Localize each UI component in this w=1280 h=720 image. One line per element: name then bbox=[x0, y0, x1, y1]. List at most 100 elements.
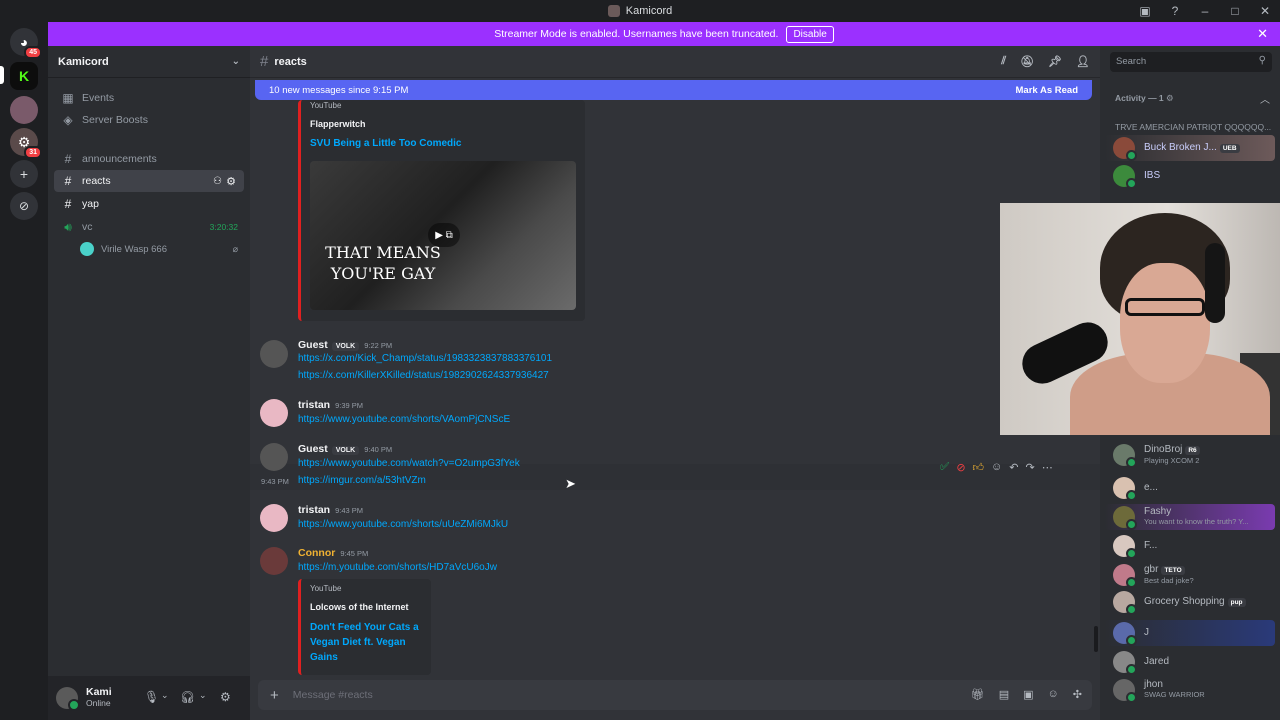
discover-button[interactable]: ⊘ bbox=[10, 192, 38, 220]
message-author[interactable]: Connor 9:45 PM bbox=[298, 547, 368, 559]
timestamp: 9:40 PM bbox=[364, 445, 393, 454]
video-thumbnail[interactable]: THAT MEANS YOU'RE GAY ▶ ⧉ bbox=[310, 161, 576, 310]
chevron-down-icon[interactable]: ⌄ bbox=[199, 690, 207, 701]
block-reaction-icon[interactable]: ⊘ bbox=[956, 461, 965, 474]
compass-icon: ⊘ bbox=[18, 199, 30, 213]
sticker-icon[interactable]: ▣ bbox=[1023, 688, 1033, 701]
message-author[interactable]: tristan 9:43 PM bbox=[298, 504, 363, 516]
avatar[interactable] bbox=[260, 504, 288, 532]
other-server[interactable]: ⚙ 31 bbox=[10, 128, 42, 159]
channel-announcements[interactable]: # announcements bbox=[54, 148, 244, 170]
minimize-icon[interactable]: – bbox=[1190, 4, 1220, 18]
hash-icon: # bbox=[260, 53, 269, 70]
add-member-icon[interactable]: ⚇ bbox=[213, 176, 222, 187]
search-input[interactable]: Search ⚲ bbox=[1110, 52, 1272, 72]
member-item[interactable]: jhon SWAG WARRIOR bbox=[1105, 677, 1275, 703]
message-link[interactable]: https://www.youtube.com/watch?v=O2umpG3f… bbox=[298, 458, 520, 469]
apps-icon[interactable]: ✣ bbox=[1073, 688, 1082, 701]
scrollbar[interactable] bbox=[1094, 626, 1098, 652]
message-link[interactable]: https://www.youtube.com/shorts/VAomPjCNS… bbox=[298, 414, 510, 425]
emoji-icon[interactable]: ☺ bbox=[1048, 688, 1059, 701]
chevron-down-icon[interactable]: ⌄ bbox=[161, 690, 169, 701]
plus-icon[interactable]: + bbox=[270, 687, 279, 704]
headphones-icon[interactable]: 🎧︎ bbox=[180, 690, 195, 704]
message-author[interactable]: tristan 9:39 PM bbox=[298, 399, 363, 411]
timestamp: 9:45 PM bbox=[340, 549, 369, 558]
add-reaction-icon[interactable]: ☺ bbox=[991, 461, 1002, 473]
embed-title[interactable]: SVU Being a Little Too Comedic bbox=[310, 138, 462, 149]
forward-icon[interactable]: ↷ bbox=[1025, 461, 1034, 474]
gear-icon[interactable]: ⚙ bbox=[220, 690, 231, 704]
member-item[interactable]: Buck Broken J... UEB bbox=[1105, 135, 1275, 161]
avatar[interactable] bbox=[260, 547, 288, 575]
channel-reacts[interactable]: # reacts ⚇ ⚙ bbox=[54, 170, 244, 192]
author-name: Guest bbox=[298, 443, 328, 455]
member-item[interactable]: gbr TETO Best dad joke? bbox=[1105, 562, 1275, 588]
member-item[interactable]: Jared bbox=[1105, 649, 1275, 675]
embed-author[interactable]: Lolcows of the Internet bbox=[310, 602, 409, 612]
sidebar-item-label: Events bbox=[82, 92, 115, 104]
member-item[interactable]: J bbox=[1105, 620, 1275, 646]
notification-bell-icon[interactable]: 🔕︎ bbox=[1020, 55, 1034, 68]
sidebar-item-boosts[interactable]: ◈ Server Boosts bbox=[54, 109, 244, 131]
member-item[interactable]: Grocery Shopping pup bbox=[1105, 589, 1275, 615]
thumbs-up-icon[interactable]: 👍︎ bbox=[973, 461, 985, 474]
message-link[interactable]: https://www.youtube.com/shorts/uUeZMi6MJ… bbox=[298, 519, 508, 530]
close-window-icon[interactable]: ✕ bbox=[1250, 4, 1280, 18]
maximize-icon[interactable]: □ bbox=[1220, 4, 1250, 18]
member-item[interactable]: IBS bbox=[1105, 163, 1275, 189]
message-link[interactable]: https://imgur.com/a/53htVZm bbox=[298, 475, 426, 486]
gif-icon[interactable]: ▤ bbox=[999, 688, 1009, 701]
role-tag: VOLK bbox=[331, 342, 360, 351]
member-list-icon[interactable]: 👤︎ bbox=[1076, 55, 1090, 68]
avatar[interactable] bbox=[56, 687, 80, 711]
home-server[interactable]: ◕ 45 bbox=[10, 28, 42, 59]
play-icon[interactable]: ▶ ⧉ bbox=[428, 223, 460, 247]
avatar[interactable] bbox=[260, 443, 288, 471]
mic-icon[interactable]: 🎙︎ bbox=[144, 690, 159, 704]
voice-member[interactable]: Virile Wasp 666 ⌀ bbox=[74, 238, 244, 260]
gear-icon[interactable]: ⚙ bbox=[226, 175, 236, 188]
avatar[interactable] bbox=[260, 399, 288, 427]
embed-author[interactable]: Flapperwitch bbox=[310, 119, 366, 129]
pin-icon[interactable]: 📌︎ bbox=[1048, 55, 1062, 68]
disable-button[interactable]: Disable bbox=[786, 25, 834, 43]
embed-title[interactable]: Don't Feed Your Cats a Vegan Diet ft. Ve… bbox=[310, 620, 425, 665]
composer-placeholder[interactable]: Message #reacts bbox=[293, 689, 373, 701]
member-item[interactable]: F... bbox=[1105, 533, 1275, 559]
gift-icon[interactable]: 🎁︎ bbox=[971, 688, 985, 701]
kamicord-server[interactable] bbox=[10, 96, 38, 124]
message-author[interactable]: Guest VOLK 9:40 PM bbox=[298, 443, 392, 455]
member-name: DinoBroj R6 bbox=[1144, 444, 1200, 456]
avatar[interactable] bbox=[260, 340, 288, 368]
check-reaction-icon[interactable]: ✅︎ bbox=[940, 461, 949, 474]
member-item[interactable]: DinoBroj R6 Playing XCOM 2 bbox=[1105, 442, 1275, 468]
member-name: e... bbox=[1144, 482, 1158, 493]
message-author[interactable]: Guest VOLK 9:22 PM bbox=[298, 339, 392, 351]
chevron-up-icon[interactable]: ︿ bbox=[1260, 91, 1270, 106]
more-icon[interactable]: ⋯ bbox=[1042, 461, 1053, 474]
reply-icon[interactable]: ↶ bbox=[1009, 461, 1018, 474]
message-link[interactable]: https://x.com/KillerXKilled/status/19829… bbox=[298, 370, 549, 381]
kick-server[interactable]: K bbox=[10, 62, 38, 90]
threads-icon[interactable]: ⫽ bbox=[1001, 55, 1006, 68]
close-icon[interactable]: ✕ bbox=[1257, 26, 1268, 42]
channel-label: reacts bbox=[82, 175, 111, 187]
voice-channel-vc[interactable]: 🔊︎ vc 3:20:32 bbox=[54, 216, 244, 238]
sidebar-item-events[interactable]: ▦ Events bbox=[54, 87, 244, 109]
inbox-icon[interactable]: ▣ bbox=[1130, 4, 1160, 18]
member-item[interactable]: e... bbox=[1105, 475, 1275, 501]
add-server-button[interactable]: + bbox=[10, 160, 38, 188]
mark-as-read-button[interactable]: Mark As Read bbox=[1016, 85, 1078, 96]
member-item[interactable]: Fashy You want to know the truth? Y... bbox=[1105, 504, 1275, 530]
message-link[interactable]: https://m.youtube.com/shorts/HD7aVcU6oJw bbox=[298, 562, 497, 573]
member-name: Fashy bbox=[1144, 506, 1172, 517]
message-link[interactable]: https://x.com/Kick_Champ/status/19833238… bbox=[298, 353, 552, 364]
channel-yap[interactable]: # yap bbox=[54, 193, 244, 215]
member-text: Grocery Shopping pup bbox=[1144, 596, 1246, 608]
activity-header[interactable]: Activity — 1 ⚙ bbox=[1115, 93, 1174, 104]
message-composer[interactable]: + Message #reacts 🎁︎ ▤ ▣ ☺ ✣ bbox=[258, 680, 1092, 710]
new-messages-bar[interactable]: 10 new messages since 9:15 PM Mark As Re… bbox=[255, 80, 1092, 100]
guild-header[interactable]: Kamicord ⌄ bbox=[48, 46, 250, 78]
help-icon[interactable]: ? bbox=[1160, 4, 1190, 18]
